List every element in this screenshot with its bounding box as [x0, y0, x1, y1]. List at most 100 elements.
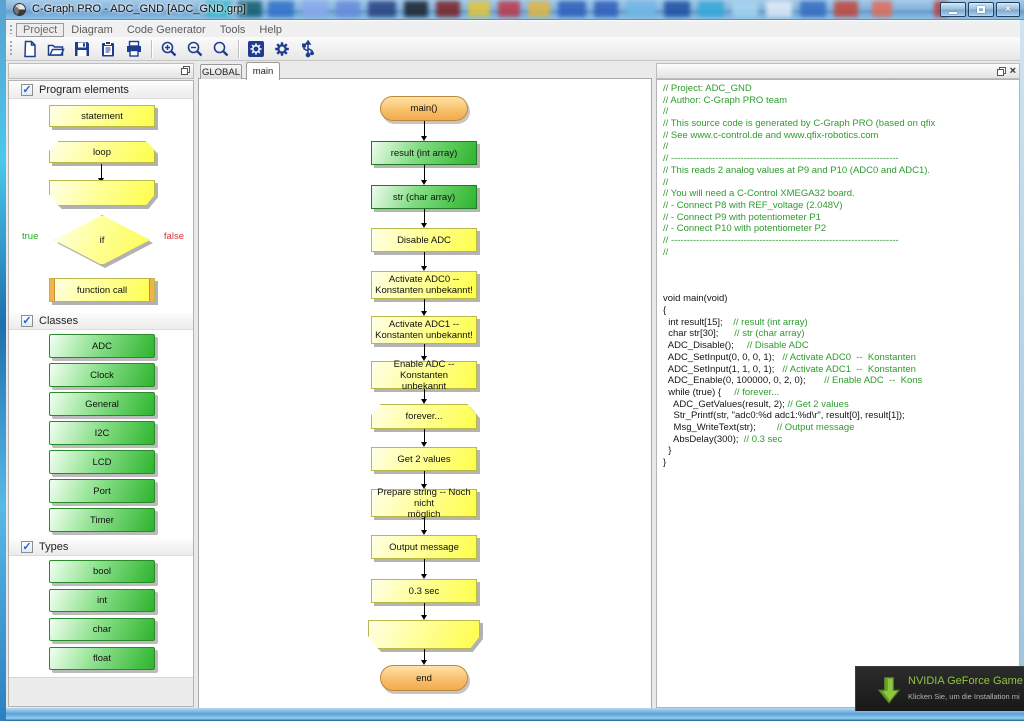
- fc-node-enable-adc-konstanten-unbekannt[interactable]: Enable ADC -- Konstanten unbekannt: [371, 361, 477, 389]
- desktop-icon-blur: [336, 1, 360, 17]
- type-char[interactable]: char: [49, 618, 155, 641]
- palette-loop-start[interactable]: loop: [49, 141, 155, 163]
- fc-node-str-char-array[interactable]: str (char array): [371, 185, 477, 209]
- menu-tools[interactable]: Tools: [213, 23, 253, 37]
- settings-button[interactable]: [269, 38, 295, 60]
- class-adc[interactable]: ADC: [49, 334, 155, 358]
- code-line: // - Connect P8 with REF_voltage (2.048V…: [663, 200, 1020, 212]
- class-i2c[interactable]: I2C: [49, 421, 155, 445]
- class-lcd[interactable]: LCD: [49, 450, 155, 474]
- toolbar-grip[interactable]: [9, 40, 14, 57]
- build-button[interactable]: [243, 38, 269, 60]
- code-line: // - Connect P9 with potentiometer P1: [663, 212, 1020, 224]
- type-float[interactable]: float: [49, 647, 155, 670]
- fc-node-output-message[interactable]: Output message: [371, 535, 477, 559]
- code-line: // Author: C-Graph PRO team: [663, 95, 1020, 107]
- code-line: char str[30]; // str (char array): [663, 328, 1020, 340]
- code-comment: // Disable ADC: [747, 340, 809, 351]
- close-button[interactable]: ×: [996, 2, 1020, 17]
- code-line: [663, 258, 1020, 270]
- menu-help[interactable]: Help: [252, 23, 289, 37]
- fc-node-activate-adc1-konstanten-unbekannt[interactable]: Activate ADC1 -- Konstanten unbekannt!: [371, 316, 477, 344]
- code-comment: // forever...: [734, 387, 779, 398]
- code-text: ADC_SetInput(0, 0, 0, 1);: [663, 352, 782, 363]
- code-comment: // Project: ADC_GND: [663, 83, 752, 94]
- palette-function-call[interactable]: function call: [49, 278, 155, 302]
- close-panel-icon[interactable]: ×: [1010, 66, 1016, 76]
- fc-node-result-int-array[interactable]: result (int array): [371, 141, 477, 165]
- code-comment: // Get 2 values: [787, 399, 848, 410]
- nvidia-notification[interactable]: NVIDIA GeForce Game Klicken Sie, um die …: [855, 666, 1024, 711]
- toolbar-separator: [238, 40, 239, 58]
- palette-loop-arrow: [101, 164, 102, 178]
- code-line: // See www.c-control.de and www.qfix-rob…: [663, 130, 1020, 142]
- diagram-canvas[interactable]: main() result (int array) str (char array)…: [198, 79, 652, 708]
- flow-arrow: [424, 471, 425, 484]
- paste-button[interactable]: [95, 38, 121, 60]
- code-text: {: [663, 305, 666, 316]
- class-timer[interactable]: Timer: [49, 508, 155, 532]
- maximize-button[interactable]: [968, 2, 994, 17]
- fc-node-0-3-sec[interactable]: 0.3 sec: [371, 579, 477, 603]
- menu-code-generator[interactable]: Code Generator: [120, 23, 213, 37]
- float-panel-icon[interactable]: [997, 67, 1006, 76]
- zoom-out-button[interactable]: [182, 38, 208, 60]
- type-int[interactable]: int: [49, 589, 155, 612]
- code-line: // -------------------------------------…: [663, 153, 1020, 165]
- code-comment: // See www.c-control.de and www.qfix-rob…: [663, 130, 878, 141]
- diagram-tab-bar: GLOBAL main: [198, 62, 652, 79]
- class-general[interactable]: General: [49, 392, 155, 416]
- type-bool[interactable]: bool: [49, 560, 155, 583]
- code-comment: // 0.3 sec: [744, 434, 783, 445]
- code-line: Msg_WriteText(str); // Output message: [663, 422, 1020, 434]
- code-line: //: [663, 141, 1020, 153]
- class-port[interactable]: Port: [49, 479, 155, 503]
- menubar-grip[interactable]: [9, 24, 14, 34]
- desktop-icon-blur: [698, 1, 724, 17]
- palette-statement[interactable]: statement: [49, 105, 155, 127]
- program-elements-checkbox[interactable]: ✓: [21, 84, 33, 96]
- sidebar-dock-header[interactable]: [8, 63, 194, 79]
- zoom-in-button[interactable]: [156, 38, 182, 60]
- fc-node-loop-end[interactable]: [368, 620, 480, 649]
- code-dock-header[interactable]: ×: [656, 63, 1020, 79]
- class-clock[interactable]: Clock: [49, 363, 155, 387]
- fc-node-forever[interactable]: forever...: [371, 404, 477, 429]
- code-line: void main(void): [663, 293, 1020, 305]
- minimize-button[interactable]: [940, 2, 966, 17]
- flow-arrow: [424, 299, 425, 311]
- float-panel-icon[interactable]: [181, 66, 190, 75]
- fc-node-disable-adc[interactable]: Disable ADC: [371, 228, 477, 252]
- desktop-icon-blur: [558, 1, 586, 17]
- menu-diagram[interactable]: Diagram: [64, 23, 120, 37]
- code-line: ADC_SetInput(1, 1, 0, 1); // Activate AD…: [663, 364, 1020, 376]
- tab-main[interactable]: main: [246, 62, 280, 80]
- code-comment: //: [663, 177, 668, 188]
- code-text: Str_Printf(str, "adc0:%d adc1:%d\r", res…: [663, 410, 905, 421]
- palette-if[interactable]: if: [54, 215, 150, 265]
- new-file-button[interactable]: [17, 38, 43, 60]
- flow-arrow: [424, 559, 425, 574]
- zoom-button[interactable]: [208, 38, 234, 60]
- code-comment: //: [663, 247, 668, 258]
- fc-node-get-2-values[interactable]: Get 2 values: [371, 447, 477, 471]
- open-folder-button[interactable]: [43, 38, 69, 60]
- fc-node-activate-adc0-konstanten-unbekannt[interactable]: Activate ADC0 -- Konstanten unbekannt!: [371, 271, 477, 299]
- code-view[interactable]: // Project: ADC_GND// Author: C-Graph PR…: [656, 79, 1020, 708]
- fc-node-main[interactable]: main(): [380, 96, 468, 121]
- tab-global[interactable]: GLOBAL: [200, 64, 242, 79]
- classes-checkbox[interactable]: ✓: [21, 315, 33, 327]
- save-button[interactable]: [69, 38, 95, 60]
- print-button[interactable]: [121, 38, 147, 60]
- fc-node-prepare-string-noch-nicht-m-glich[interactable]: Prepare string -- Noch nicht möglich: [371, 489, 477, 517]
- types-checkbox[interactable]: ✓: [21, 541, 33, 553]
- usb-button[interactable]: [295, 38, 321, 60]
- code-comment: // -------------------------------------…: [663, 235, 899, 246]
- code-comment: // This source code is generated by C-Gr…: [663, 118, 935, 129]
- code-line: // - Connect P10 with potentiometer P2: [663, 223, 1020, 235]
- fc-node-end[interactable]: end: [380, 665, 468, 691]
- flow-arrow: [424, 517, 425, 530]
- palette-loop-end[interactable]: [49, 180, 155, 206]
- menu-project[interactable]: Project: [16, 23, 64, 37]
- title-bar[interactable]: C-Graph PRO - ADC_GND [ADC_GND.grp] ×: [6, 0, 1024, 20]
